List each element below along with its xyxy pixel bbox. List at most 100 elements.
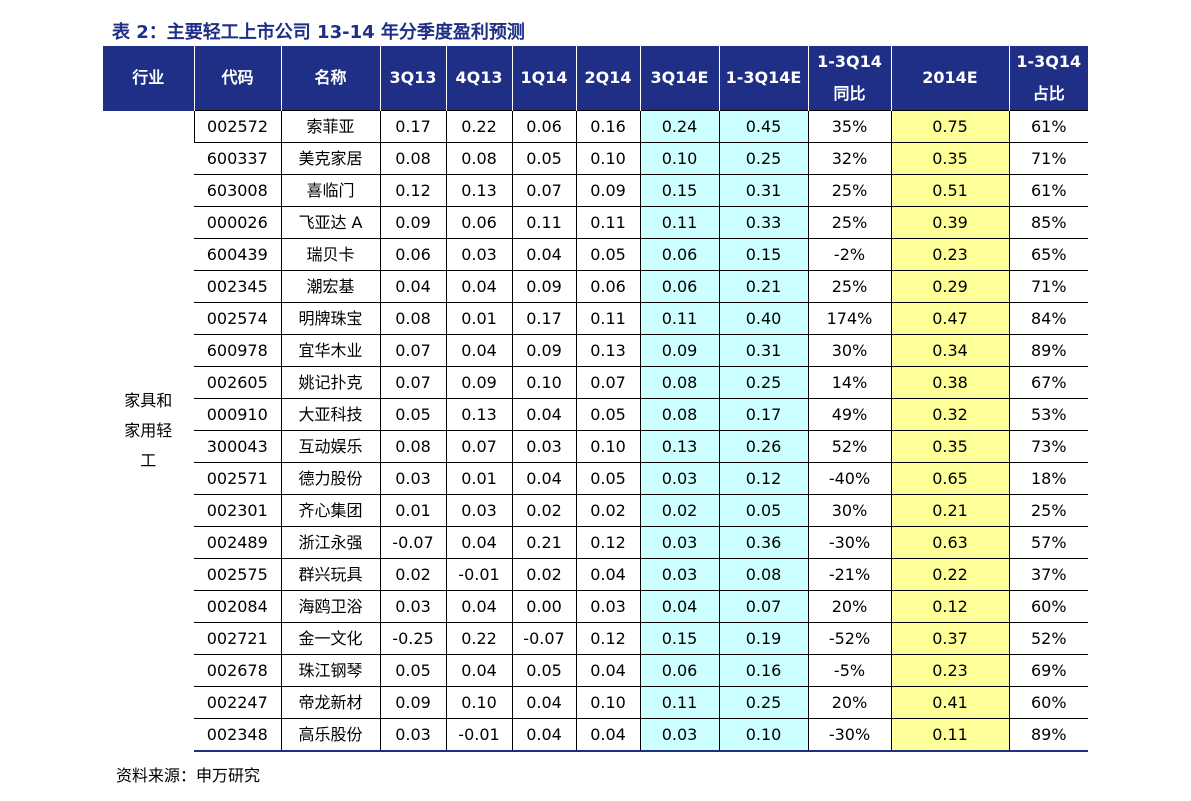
cell-code: 002721 [194, 622, 281, 655]
cell-2014e: 0.39 [890, 206, 1009, 239]
header-3q14e: 3Q14E [639, 46, 719, 111]
cell-2014e: 0.32 [890, 398, 1009, 431]
cell-1q14: 0.04 [511, 686, 576, 719]
cell-4q13: 0.01 [445, 302, 512, 335]
cell-code: 600439 [194, 238, 281, 271]
cell-2014e: 0.51 [890, 174, 1009, 207]
cell-3q13: 0.05 [379, 398, 446, 431]
cell-4q13: 0.08 [445, 142, 512, 175]
cell-1q14: 0.09 [511, 270, 576, 303]
table-row: 603008 喜临门 0.12 0.13 0.07 0.09 0.15 0.31 25% 0.51… [103, 174, 1088, 207]
cell-share: 84% [1008, 302, 1088, 335]
cell-2014e: 0.37 [890, 622, 1009, 655]
header-yoy-line1: 1-3Q14 [817, 52, 882, 71]
cell-4q13: 0.03 [445, 238, 512, 271]
cell-4q13: 0.13 [445, 174, 512, 207]
table-row: 600439 瑞贝卡 0.06 0.03 0.04 0.05 0.06 0.15 -2% 0.23… [103, 238, 1088, 271]
cell-1q14: 0.17 [511, 302, 576, 335]
cell-1q14: 0.04 [511, 462, 576, 495]
cell-3q13: 0.08 [379, 430, 446, 463]
cell-2014e: 0.34 [890, 334, 1009, 367]
table-row: 002571 德力股份 0.03 0.01 0.04 0.05 0.03 0.12 -40% 0.… [103, 462, 1088, 495]
table-row: 000910 大亚科技 0.05 0.13 0.04 0.05 0.08 0.17 49% 0.3… [103, 398, 1088, 431]
cell-2014e: 0.65 [890, 462, 1009, 495]
cell-4q13: -0.01 [445, 718, 512, 752]
cell-3q13: 0.12 [379, 174, 446, 207]
cell-3q14e: 0.11 [639, 302, 719, 335]
cell-code: 603008 [194, 174, 281, 207]
cell-name: 宜华木业 [280, 334, 380, 367]
cell-2014e: 0.11 [890, 718, 1009, 752]
cell-4q13: 0.04 [445, 526, 512, 559]
header-1q14: 1Q14 [511, 46, 576, 111]
cell-1-3q14e: 0.08 [718, 558, 808, 591]
cell-2q14: 0.05 [575, 238, 640, 271]
cell-yoy: -30% [807, 718, 891, 752]
cell-3q13: -0.07 [379, 526, 446, 559]
cell-share: 60% [1008, 590, 1088, 623]
cell-3q13: 0.06 [379, 238, 446, 271]
cell-2q14: 0.03 [575, 590, 640, 623]
table-row: 002301 齐心集团 0.01 0.03 0.02 0.02 0.02 0.05 30% 0.2… [103, 494, 1088, 527]
cell-1q14: 0.07 [511, 174, 576, 207]
cell-share: 60% [1008, 686, 1088, 719]
table-row: 002575 群兴玩具 0.02 -0.01 0.02 0.04 0.03 0.08 -21% 0… [103, 558, 1088, 591]
cell-code: 002574 [194, 302, 281, 335]
header-yoy: 1-3Q14 同比 [807, 46, 891, 111]
cell-yoy: 30% [807, 334, 891, 367]
cell-1-3q14e: 0.25 [718, 142, 808, 175]
cell-1-3q14e: 0.15 [718, 238, 808, 271]
cell-name: 齐心集团 [280, 494, 380, 527]
cell-3q14e: 0.03 [639, 718, 719, 752]
cell-3q13: 0.03 [379, 462, 446, 495]
cell-3q13: 0.08 [379, 302, 446, 335]
cell-3q14e: 0.06 [639, 270, 719, 303]
cell-2014e: 0.35 [890, 142, 1009, 175]
cell-1-3q14e: 0.26 [718, 430, 808, 463]
cell-4q13: 0.04 [445, 270, 512, 303]
cell-share: 85% [1008, 206, 1088, 239]
cell-yoy: 35% [807, 110, 891, 143]
cell-4q13: 0.09 [445, 366, 512, 399]
cell-name: 群兴玩具 [280, 558, 380, 591]
header-share-line1: 1-3Q14 [1016, 52, 1082, 71]
cell-1q14: 0.04 [511, 238, 576, 271]
cell-2q14: 0.04 [575, 558, 640, 591]
industry-label-line2: 家用轻 [124, 420, 173, 440]
cell-3q14e: 0.06 [639, 654, 719, 687]
cell-4q13: -0.01 [445, 558, 512, 591]
cell-2q14: 0.05 [575, 398, 640, 431]
cell-1q14: 0.03 [511, 430, 576, 463]
cell-2014e: 0.12 [890, 590, 1009, 623]
cell-1-3q14e: 0.45 [718, 110, 808, 143]
cell-3q14e: 0.09 [639, 334, 719, 367]
cell-3q14e: 0.03 [639, 558, 719, 591]
cell-yoy: -2% [807, 238, 891, 271]
cell-name: 互动娱乐 [280, 430, 380, 463]
header-row: 行业 代码 名称 3Q13 4Q13 1Q14 2Q14 3Q14E 1-3Q1… [103, 46, 1088, 111]
cell-1q14: 0.21 [511, 526, 576, 559]
cell-code: 002489 [194, 526, 281, 559]
table-row: 002721 金一文化 -0.25 0.22 -0.07 0.12 0.15 0.19 -52%… [103, 622, 1088, 655]
cell-name: 索菲亚 [280, 110, 380, 143]
cell-yoy: 20% [807, 590, 891, 623]
cell-1q14: 0.10 [511, 366, 576, 399]
cell-code: 002345 [194, 270, 281, 303]
cell-2q14: 0.11 [575, 206, 640, 239]
table-row: 600978 宜华木业 0.07 0.04 0.09 0.13 0.09 0.31 30% 0.3… [103, 334, 1088, 367]
cell-yoy: -30% [807, 526, 891, 559]
cell-share: 25% [1008, 494, 1088, 527]
cell-code: 000910 [194, 398, 281, 431]
cell-2q14: 0.12 [575, 622, 640, 655]
cell-share: 57% [1008, 526, 1088, 559]
cell-2014e: 0.23 [890, 238, 1009, 271]
cell-code: 002572 [193, 110, 281, 143]
header-code: 代码 [193, 46, 281, 111]
table-row: 002574 明牌珠宝 0.08 0.01 0.17 0.11 0.11 0.40 174% 0.… [103, 302, 1088, 335]
cell-1-3q14e: 0.19 [718, 622, 808, 655]
table-row: 002678 珠江钢琴 0.05 0.04 0.05 0.04 0.06 0.16 -5% 0.2… [103, 654, 1088, 687]
cell-2014e: 0.63 [890, 526, 1009, 559]
cell-yoy: 20% [807, 686, 891, 719]
cell-1-3q14e: 0.31 [718, 334, 808, 367]
cell-1-3q14e: 0.17 [718, 398, 808, 431]
